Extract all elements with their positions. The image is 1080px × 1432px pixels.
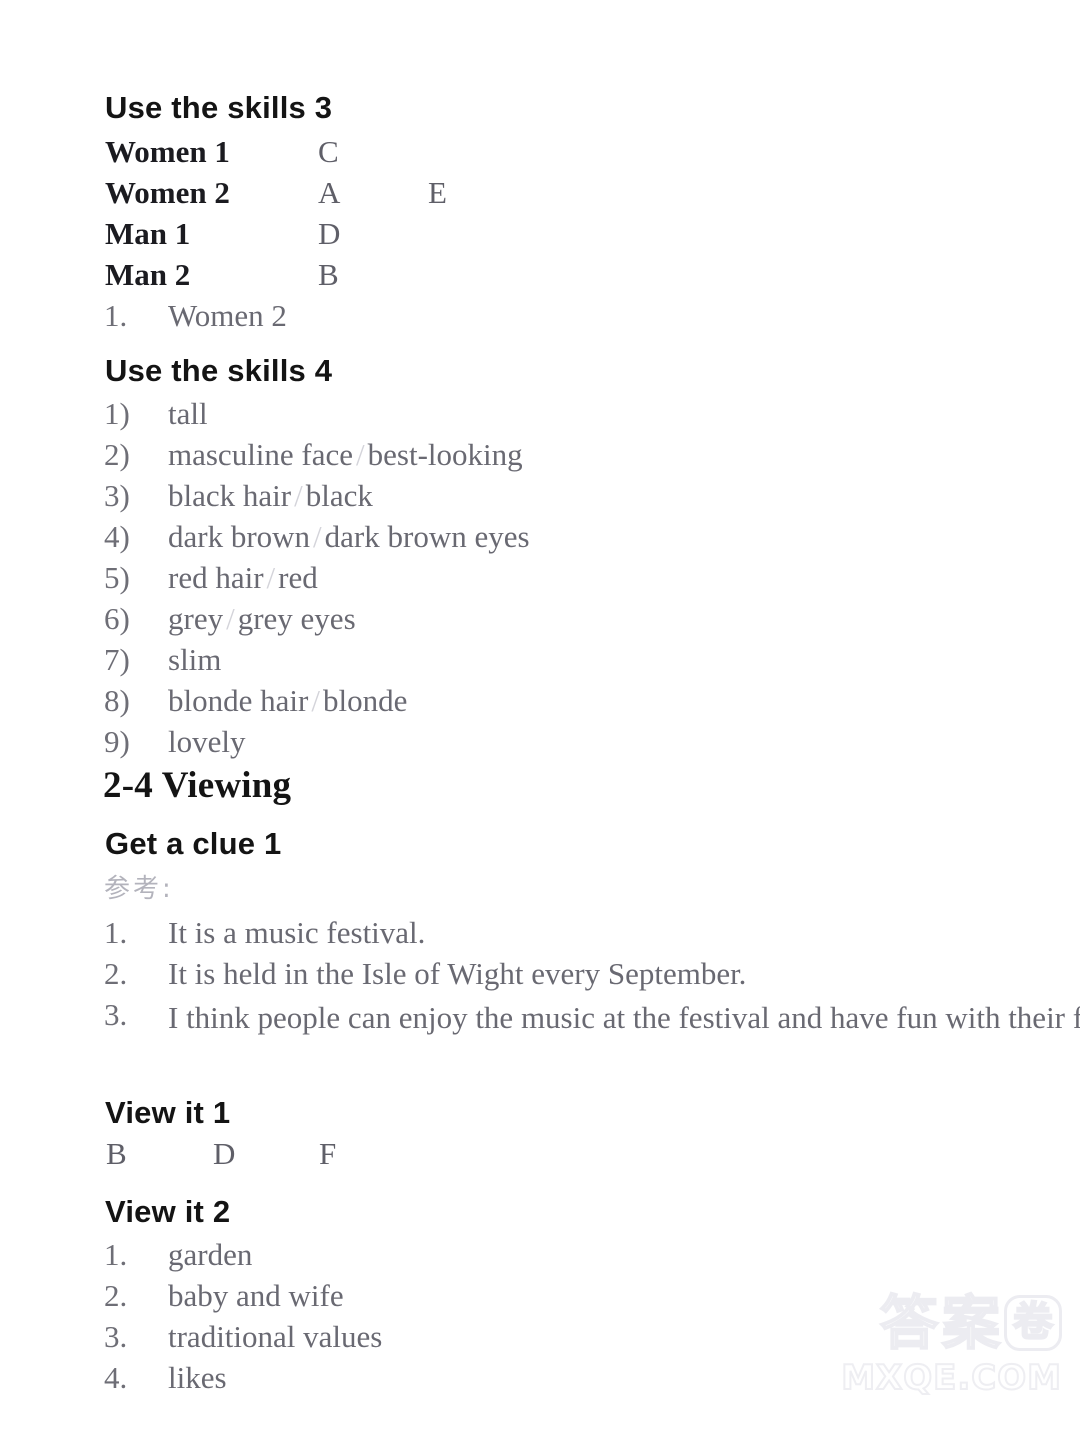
list-text: grey/grey eyes	[168, 601, 356, 636]
list-text: I think people can enjoy the music at th…	[168, 1000, 1080, 1035]
view-it-1-answer-2: D	[213, 1136, 236, 1171]
reference-note: 参考:	[104, 874, 174, 904]
alternative-separator: /	[313, 519, 322, 554]
list-marker: 8)	[104, 683, 130, 718]
answer-man-2: B	[318, 257, 339, 292]
answer-women-1: C	[318, 134, 339, 169]
list-item: 1. Women 2	[0, 298, 1080, 339]
list-marker: 2)	[104, 437, 130, 472]
list-text: likes	[168, 1360, 227, 1395]
list-marker: 1.	[104, 915, 128, 950]
list-text: dark brown/dark brown eyes	[168, 519, 530, 554]
heading-unit-2-4-viewing: 2-4 Viewing	[103, 765, 292, 806]
list-marker: 4)	[104, 519, 130, 554]
list-text: traditional values	[168, 1319, 383, 1354]
list-text: It is a music festival.	[168, 915, 426, 950]
list-item: 9) lovely	[0, 724, 1080, 765]
list-marker: 3.	[104, 997, 128, 1032]
alternative-separator: /	[226, 601, 235, 636]
list-marker: 3.	[104, 1319, 128, 1354]
list-item: 2. baby and wife	[0, 1278, 1080, 1319]
list-item: 5) red hair/red	[0, 560, 1080, 601]
list-item: 2) masculine face/best-looking	[0, 437, 1080, 478]
heading-use-the-skills-4: Use the skills 4	[105, 353, 333, 388]
list-text: masculine face/best-looking	[168, 437, 523, 472]
label-women-1: Women 1	[105, 134, 230, 169]
view-it-1-answer-3: F	[319, 1136, 337, 1171]
list-item: 1. garden	[0, 1237, 1080, 1278]
list-text: blonde hair/blonde	[168, 683, 408, 718]
list-marker: 2.	[104, 956, 128, 991]
list-item: 1. It is a music festival.	[0, 915, 1080, 956]
answer-women-2: A	[318, 175, 341, 210]
list-item: 8) blonde hair/blonde	[0, 683, 1080, 724]
list-marker: 3)	[104, 478, 130, 513]
list-marker: 1.	[104, 1237, 128, 1272]
list-marker: 6)	[104, 601, 130, 636]
heading-view-it-2: View it 2	[105, 1194, 231, 1229]
list-marker: 1.	[104, 298, 128, 333]
list-marker: 5)	[104, 560, 130, 595]
list-text: black hair/black	[168, 478, 373, 513]
list-item: 1) tall	[0, 396, 1080, 437]
list-item: 3. traditional values	[0, 1319, 1080, 1360]
list-marker: 4.	[104, 1360, 128, 1395]
label-man-2: Man 2	[105, 257, 191, 292]
heading-get-a-clue-1: Get a clue 1	[105, 826, 282, 861]
list-text: garden	[168, 1237, 253, 1272]
list-item: 7) slim	[0, 642, 1080, 683]
scanned-answer-key-page: Use the skills 3 Women 1 C Women 2 A E M…	[0, 0, 1080, 1432]
list-item: 3) black hair/black	[0, 478, 1080, 519]
list-marker: 1)	[104, 396, 130, 431]
view-it-1-answer-1: B	[106, 1136, 127, 1171]
list-text: tall	[168, 396, 208, 431]
list-item: 4. likes	[0, 1360, 1080, 1401]
list-marker: 9)	[104, 724, 130, 759]
list-item: 6) grey/grey eyes	[0, 601, 1080, 642]
answer-women-2-alt: E	[428, 175, 447, 210]
answer-man-1: D	[318, 216, 341, 251]
list-item: 3. I think people can enjoy the music at…	[0, 997, 1080, 1079]
alternative-separator: /	[311, 683, 320, 718]
heading-use-the-skills-3: Use the skills 3	[105, 90, 333, 125]
alternative-separator: /	[266, 560, 276, 595]
list-text: lovely	[168, 724, 246, 759]
list-item: 4) dark brown/dark brown eyes	[0, 519, 1080, 560]
list-text: slim	[168, 642, 222, 677]
alternative-separator: /	[356, 437, 365, 472]
list-marker: 7)	[104, 642, 130, 677]
label-women-2: Women 2	[105, 175, 230, 210]
list-text: It is held in the Isle of Wight every Se…	[168, 956, 747, 991]
list-text: Women 2	[168, 298, 287, 333]
list-marker: 2.	[104, 1278, 128, 1313]
heading-view-it-1: View it 1	[105, 1095, 231, 1130]
list-text: red hair/red	[168, 560, 318, 595]
list-text: baby and wife	[168, 1278, 344, 1313]
label-man-1: Man 1	[105, 216, 191, 251]
list-item: 2. It is held in the Isle of Wight every…	[0, 956, 1080, 997]
alternative-separator: /	[294, 478, 303, 513]
